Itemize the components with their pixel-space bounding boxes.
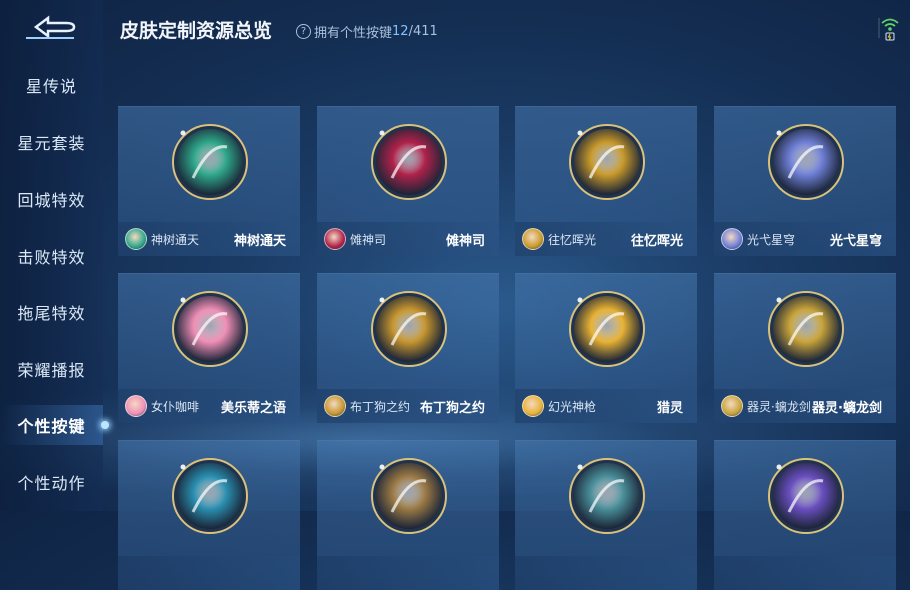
- wifi-battery-icon: [878, 18, 899, 41]
- sidebar-item-star-suit[interactable]: 星元套装: [0, 122, 103, 162]
- skin-card-footer: [714, 556, 896, 590]
- skin-card[interactable]: [118, 440, 300, 590]
- button-skin-icon: [371, 124, 447, 200]
- sidebar-item-glory-broadcast[interactable]: 荣耀播报: [0, 349, 103, 389]
- hero-name: 布丁狗之约: [350, 399, 411, 414]
- skin-card-footer: 神树通天 神树通天: [118, 222, 300, 256]
- skin-name: 傩神司: [445, 233, 485, 249]
- skin-card-footer: 光弋星穹 光弋星穹: [714, 222, 896, 256]
- button-skin-icon: [172, 124, 248, 200]
- skin-card[interactable]: [515, 440, 697, 590]
- skin-card-footer: [515, 556, 697, 590]
- skin-name: 器灵·螭龙剑: [812, 400, 882, 416]
- skin-card-footer: 傩神司 傩神司: [317, 222, 499, 256]
- skin-card[interactable]: 往忆晖光 往忆晖光: [515, 106, 697, 256]
- button-skin-icon: [371, 291, 447, 367]
- skin-card[interactable]: 幻光神枪 猎灵: [515, 273, 697, 423]
- skin-card-footer: [317, 556, 499, 590]
- skin-name: 往忆晖光: [630, 233, 683, 249]
- hero-avatar: [721, 228, 743, 250]
- button-skin-icon: [172, 291, 248, 367]
- hero-name: 幻光神枪: [548, 399, 597, 414]
- skin-name: 布丁狗之约: [419, 400, 485, 416]
- skin-card-footer: 女仆咖啡 美乐蒂之语: [118, 389, 300, 423]
- skin-card[interactable]: 器灵·螭龙剑 器灵·螭龙剑: [714, 273, 896, 423]
- skin-card[interactable]: 光弋星穹 光弋星穹: [714, 106, 896, 256]
- hero-avatar: [324, 395, 346, 417]
- button-skin-icon: [569, 124, 645, 200]
- skin-card-footer: 布丁狗之约 布丁狗之约: [317, 389, 499, 423]
- hero-avatar: [522, 228, 544, 250]
- skin-card[interactable]: 神树通天 神树通天: [118, 106, 300, 256]
- skin-card[interactable]: 布丁狗之约 布丁狗之约: [317, 273, 499, 423]
- skin-name: 猎灵: [656, 400, 683, 416]
- button-skin-icon: [569, 458, 645, 534]
- active-indicator: [101, 421, 109, 429]
- category-sidebar: 星传说 星元套装 回城特效 击败特效 拖尾特效 荣耀播报 个性按键 个性动作: [0, 0, 103, 511]
- button-skin-icon: [768, 458, 844, 534]
- page-title: 皮肤定制资源总览: [120, 20, 273, 42]
- hero-name: 往忆晖光: [548, 232, 597, 247]
- skin-card[interactable]: [714, 440, 896, 590]
- skin-card-footer: [118, 556, 300, 590]
- sidebar-item-star-legend[interactable]: 星传说: [0, 65, 103, 105]
- sidebar-item-trail-effect[interactable]: 拖尾特效: [0, 292, 103, 332]
- hero-name: 女仆咖啡: [151, 399, 200, 414]
- skin-name: 美乐蒂之语: [220, 400, 286, 416]
- skin-name: 神树通天: [233, 233, 286, 249]
- hero-avatar: [522, 395, 544, 417]
- button-skin-icon: [768, 291, 844, 367]
- sidebar-item-custom-buttons[interactable]: 个性按键: [0, 405, 103, 445]
- owned-count: ? 拥有个性按键 12 /411: [296, 22, 438, 41]
- hero-avatar: [125, 395, 147, 417]
- sidebar-item-recall-effect[interactable]: 回城特效: [0, 179, 103, 219]
- hero-avatar: [324, 228, 346, 250]
- skin-card-footer: 器灵·螭龙剑 器灵·螭龙剑: [714, 389, 896, 423]
- skin-card-footer: 往忆晖光 往忆晖光: [515, 222, 697, 256]
- back-arrow-icon[interactable]: [22, 12, 78, 42]
- sidebar-item-custom-actions[interactable]: 个性动作: [0, 462, 103, 502]
- hero-name: 光弋星穹: [747, 232, 796, 247]
- skin-card-footer: 幻光神枪 猎灵: [515, 389, 697, 423]
- hero-name: 神树通天: [151, 232, 200, 247]
- skin-card[interactable]: 傩神司 傩神司: [317, 106, 499, 256]
- sidebar-item-kill-effect[interactable]: 击败特效: [0, 236, 103, 276]
- skin-name: 光弋星穹: [829, 233, 882, 249]
- button-skin-icon: [371, 458, 447, 534]
- hero-name: 器灵·螭龙剑: [747, 399, 811, 414]
- skin-card[interactable]: [317, 440, 499, 590]
- hero-name: 傩神司: [350, 232, 387, 247]
- help-icon[interactable]: ?: [296, 24, 311, 39]
- skin-card[interactable]: 女仆咖啡 美乐蒂之语: [118, 273, 300, 423]
- button-skin-icon: [172, 458, 248, 534]
- button-skin-icon: [569, 291, 645, 367]
- button-skin-icon: [768, 124, 844, 200]
- hero-avatar: [721, 395, 743, 417]
- hero-avatar: [125, 228, 147, 250]
